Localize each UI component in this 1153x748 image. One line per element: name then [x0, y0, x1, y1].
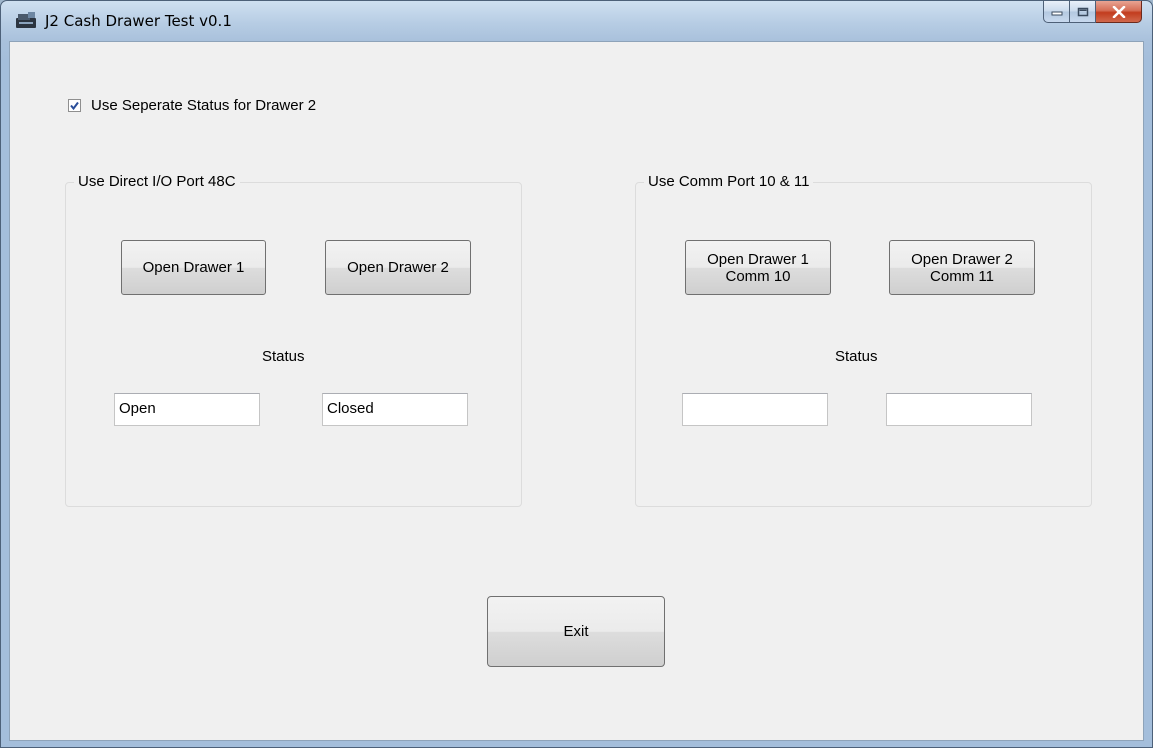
direct-status-label: Status — [262, 348, 305, 365]
open-drawer-1-comm-button[interactable]: Open Drawer 1 Comm 10 — [685, 240, 831, 295]
window-title: J2 Cash Drawer Test v0.1 — [45, 12, 232, 30]
direct-io-legend: Use Direct I/O Port 48C — [74, 173, 240, 190]
maximize-icon — [1077, 7, 1088, 16]
exit-label: Exit — [563, 623, 589, 640]
comm-drawer-1-status-field[interactable] — [682, 393, 828, 426]
minimize-icon — [1051, 11, 1062, 15]
open-drawer-2-comm-label: Open Drawer 2 Comm 11 — [911, 250, 1013, 285]
title-bar[interactable]: J2 Cash Drawer Test v0.1 — [1, 1, 1152, 41]
comm-status-label: Status — [835, 348, 878, 365]
close-icon — [1112, 5, 1125, 18]
comm-port-group: Use Comm Port 10 & 11 Open Drawer 1 Comm… — [635, 173, 1092, 507]
open-drawer-2-button[interactable]: Open Drawer 2 — [325, 240, 471, 295]
cash-drawer-icon — [16, 12, 36, 28]
open-drawer-2-label: Open Drawer 2 — [347, 259, 449, 276]
open-drawer-2-comm-button[interactable]: Open Drawer 2 Comm 11 — [889, 240, 1035, 295]
comm-drawer-2-status-field[interactable] — [886, 393, 1032, 426]
comm-port-legend: Use Comm Port 10 & 11 — [644, 173, 814, 190]
direct-io-group: Use Direct I/O Port 48C Open Drawer 1 Op… — [65, 173, 522, 507]
open-drawer-1-comm-label: Open Drawer 1 Comm 10 — [707, 250, 809, 285]
app-window: J2 Cash Drawer Test v0.1 Use Seperate St… — [0, 0, 1153, 748]
separate-status-label: Use Seperate Status for Drawer 2 — [91, 97, 317, 114]
caption-buttons — [1043, 1, 1142, 23]
drawer-2-status-field[interactable]: Closed — [322, 393, 468, 426]
open-drawer-1-button[interactable]: Open Drawer 1 — [121, 240, 266, 295]
close-button[interactable] — [1096, 1, 1142, 23]
exit-button[interactable]: Exit — [487, 596, 665, 667]
separate-status-option[interactable]: Use Seperate Status for Drawer 2 — [68, 97, 316, 114]
open-drawer-1-label: Open Drawer 1 — [142, 259, 245, 276]
checkmark-icon — [70, 101, 79, 111]
separate-status-checkbox[interactable] — [68, 99, 81, 112]
drawer-1-status-field[interactable]: Open — [114, 393, 260, 426]
maximize-button[interactable] — [1070, 1, 1096, 23]
client-area: Use Seperate Status for Drawer 2 Use Dir… — [9, 41, 1144, 741]
minimize-button[interactable] — [1043, 1, 1070, 23]
